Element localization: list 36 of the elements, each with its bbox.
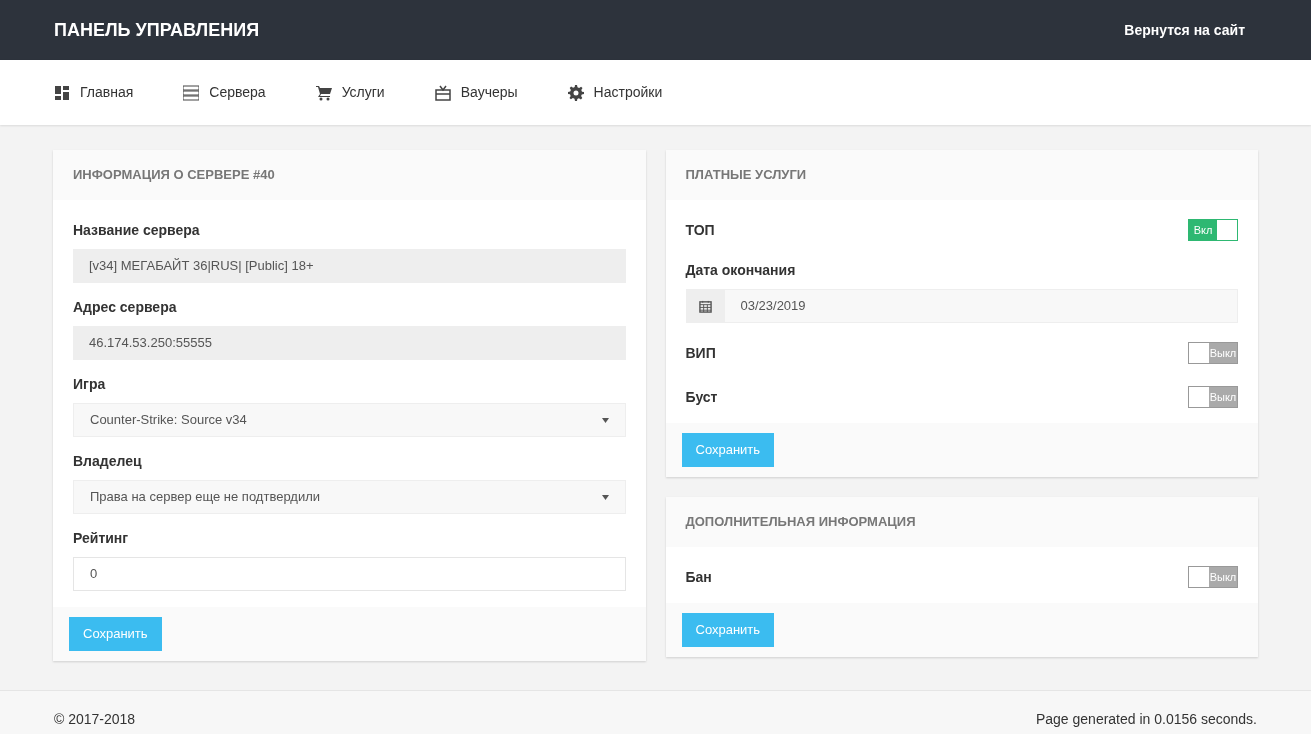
field-label: Бан <box>685 567 712 587</box>
date-field[interactable]: 03/23/2019 <box>685 289 1238 323</box>
select-field[interactable]: Counter-Strike: Source v34 <box>73 403 626 437</box>
field-label: Название сервера <box>73 221 201 240</box>
nav-item[interactable]: Сервера <box>183 82 266 103</box>
nav-item[interactable]: Ваучеры <box>434 82 518 103</box>
select-field[interactable]: Права на сервер еще не подтвердили <box>73 480 626 514</box>
field-label: Рейтинг <box>73 529 130 548</box>
cart-icon <box>315 84 332 101</box>
field-label: Владелец <box>73 452 143 471</box>
panel-title: ИНФОРМАЦИЯ О СЕРВЕРЕ #40 <box>73 166 275 185</box>
settings-icon <box>567 84 584 101</box>
copyright-text: © 2017-2018 <box>54 710 136 729</box>
field-label: Адрес сервера <box>73 298 178 317</box>
field-label: ТОП <box>685 220 715 240</box>
app-title: ПАНЕЛЬ УПРАВЛЕНИЯ <box>54 18 260 42</box>
gift-icon <box>434 84 451 101</box>
dashboard-icon <box>54 84 70 101</box>
nav-item[interactable]: Услуги <box>315 82 385 103</box>
generation-time-text: Page generated in 0.0156 seconds. <box>1035 710 1257 729</box>
back-to-site-link[interactable]: Вернутся на сайт <box>1124 19 1245 41</box>
text-field[interactable]: [v34] МЕГАБАЙТ 36|RUS| [Public] 18+ <box>73 249 626 283</box>
text-field[interactable]: 46.174.53.250:55555 <box>73 326 626 360</box>
caret-icon <box>601 417 609 423</box>
server-icon <box>183 84 200 101</box>
calendar-icon <box>699 299 712 313</box>
panel-title: ДОПОЛНИТЕЛЬНАЯ ИНФОРМАЦИЯ <box>685 513 916 532</box>
field-label: ВИП <box>685 343 716 363</box>
field-label: Игра <box>73 375 107 394</box>
caret-icon <box>601 494 609 500</box>
panel-title: ПЛАТНЫЕ УСЛУГИ <box>685 166 807 185</box>
field-label: Буст <box>685 387 718 407</box>
input-field[interactable]: 0 <box>73 557 626 591</box>
field-label: Дата окончания <box>685 261 797 280</box>
nav-item[interactable]: Главная <box>54 82 134 103</box>
nav-item[interactable]: Настройки <box>567 82 663 103</box>
